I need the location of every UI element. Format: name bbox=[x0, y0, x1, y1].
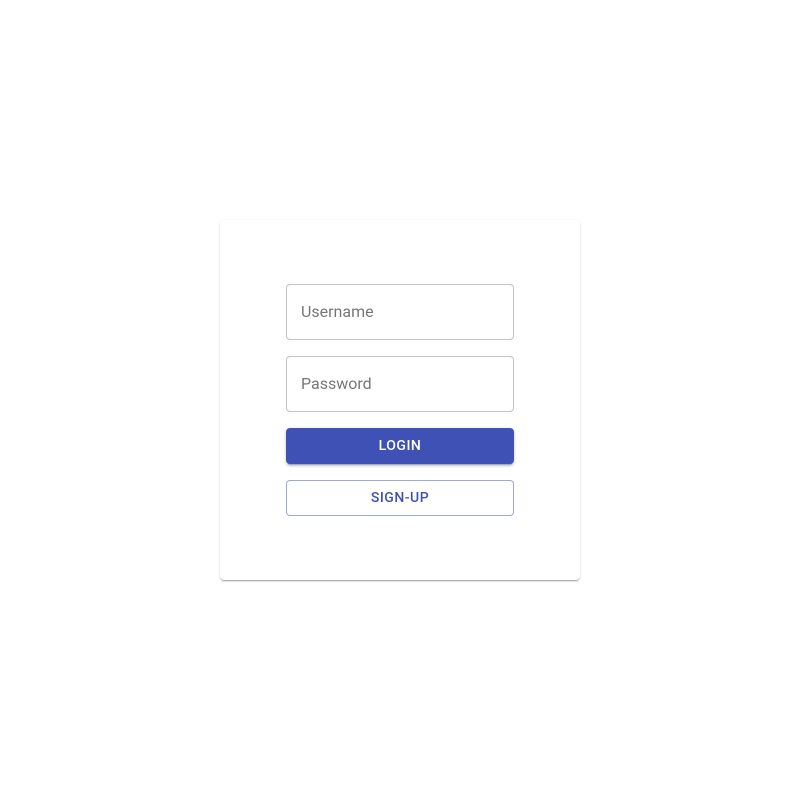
login-form: Username Password Login Sign-up bbox=[286, 284, 514, 516]
signup-button[interactable]: Sign-up bbox=[286, 480, 514, 516]
page: Username Password Login Sign-up bbox=[0, 0, 800, 800]
login-button[interactable]: Login bbox=[286, 428, 514, 464]
username-field-wrapper: Username bbox=[286, 284, 514, 340]
login-card: Username Password Login Sign-up bbox=[220, 220, 580, 580]
password-input[interactable] bbox=[301, 374, 499, 394]
password-field-wrapper: Password bbox=[286, 356, 514, 412]
username-input[interactable] bbox=[301, 302, 499, 322]
